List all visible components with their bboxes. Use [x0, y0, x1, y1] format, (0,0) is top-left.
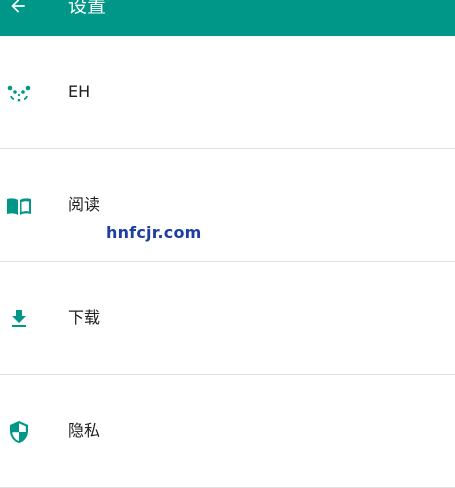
- arrow-left-icon: [11, 0, 25, 13]
- settings-item-eh[interactable]: EH: [0, 36, 455, 149]
- settings-item-privacy[interactable]: 隐私: [0, 375, 455, 488]
- shield-icon: [6, 419, 32, 445]
- download-icon: [6, 306, 32, 332]
- settings-item-label: EH: [68, 82, 91, 101]
- watermark-text: hnfcjr.com: [106, 223, 202, 242]
- settings-item-label: 下载: [68, 308, 101, 327]
- book-icon: [6, 193, 32, 219]
- back-button[interactable]: [6, 0, 30, 18]
- page-title: 设置: [68, 0, 107, 17]
- settings-item-label: 阅读: [68, 195, 101, 214]
- app-bar: 设置: [0, 0, 455, 36]
- settings-item-read[interactable]: 阅读: [0, 149, 455, 262]
- settings-list: EH 阅读 下载 隐私: [0, 36, 455, 488]
- settings-item-label: 隐私: [68, 421, 101, 440]
- panda-icon: [6, 80, 32, 106]
- settings-item-download[interactable]: 下载: [0, 262, 455, 375]
